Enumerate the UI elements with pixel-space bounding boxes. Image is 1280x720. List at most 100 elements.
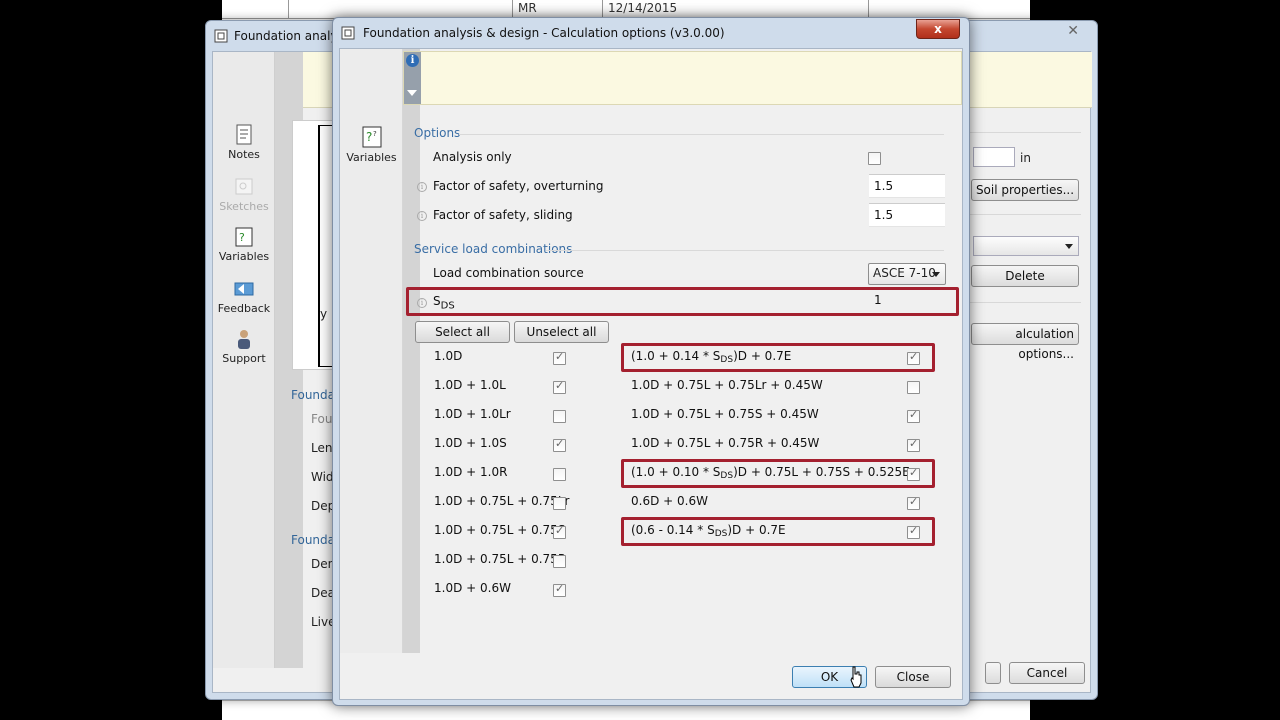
sidebar-item-variables[interactable]: ? Variables (213, 226, 275, 263)
app-icon (214, 29, 228, 43)
dialog-client: ?? Variables i Options Analysis only i F… (339, 48, 963, 700)
combination-checkbox[interactable] (553, 379, 566, 394)
calculation-options-button[interactable]: alculation options... (971, 323, 1079, 361)
unselect-all-button[interactable]: Unselect all (514, 321, 609, 343)
combination-label: 1.0D + 1.0Lr (434, 407, 511, 421)
sidebar-item-notes[interactable]: Notes (213, 124, 275, 161)
combination-label: 1.0D + 0.75L + 0.75R + 0.45W (631, 436, 819, 450)
svg-text:?: ? (373, 130, 377, 138)
info-icon[interactable]: i (417, 211, 427, 221)
options-section-header: Options (414, 126, 954, 140)
combo-select[interactable] (973, 236, 1079, 256)
close-window-button[interactable]: x (916, 19, 960, 39)
chevron-down-icon[interactable] (407, 90, 417, 96)
support-icon (238, 330, 250, 349)
combination-checkbox[interactable] (553, 524, 566, 539)
variables-icon: ? (235, 227, 253, 247)
load-combination-source-select[interactable]: ASCE 7-10 (868, 263, 946, 285)
sidebar-item-label: Support (222, 352, 266, 365)
grid-line (602, 0, 603, 18)
combination-text: 0.6D + 0.6W (631, 494, 708, 508)
combination-checkbox[interactable] (553, 437, 566, 452)
app-icon (341, 26, 355, 40)
close-icon: x (934, 22, 942, 36)
doc-cell-date: 12/14/2015 (608, 1, 678, 15)
fs-overturning-input[interactable]: 1.5 (869, 174, 945, 198)
divider (459, 134, 944, 135)
ok-button[interactable] (985, 662, 1001, 684)
combination-checkbox[interactable] (907, 437, 920, 452)
combination-checkbox[interactable] (553, 497, 566, 510)
combination-label: 0.6D + 0.6W (631, 494, 708, 508)
sidebar-item-label: Sketches (219, 200, 269, 213)
dialog-sidebar: ?? Variables (340, 49, 403, 653)
info-icon[interactable]: i (417, 182, 427, 192)
svg-text:?: ? (366, 130, 372, 144)
combination-checkbox[interactable] (553, 350, 566, 365)
section-title: Service load combinations (414, 242, 573, 256)
combination-label: 1.0D + 0.6W (434, 581, 511, 595)
sketches-icon (235, 178, 253, 195)
close-button[interactable]: Close (875, 666, 951, 688)
sidebar-item-label: Notes (228, 148, 260, 161)
notes-icon (236, 124, 252, 145)
diagram-axis-label: y (320, 307, 328, 321)
variables-icon: ?? (362, 126, 381, 148)
unit-label: in (1020, 151, 1031, 165)
feedback-icon (234, 282, 254, 296)
combination-label: 1.0D (434, 349, 463, 363)
fs-sliding-input[interactable]: 1.5 (869, 203, 945, 227)
combination-label: 1.0D + 0.75L + 0.75R (434, 552, 567, 566)
info-bar: i (403, 51, 962, 105)
combination-text: 1.0D + 0.75L + 0.75S + 0.45W (631, 407, 819, 421)
combination-checkbox[interactable] (907, 495, 920, 510)
select-all-button[interactable]: Select all (415, 321, 510, 343)
load-combination-source-label: Load combination source (433, 266, 584, 280)
divider (965, 302, 1081, 303)
combination-label: 1.0D + 0.75L + 0.75S (434, 523, 566, 537)
combination-label: 1.0D + 1.0L (434, 378, 506, 392)
sidebar-item-support[interactable]: Support (213, 328, 275, 365)
combination-label: 1.0D + 1.0S (434, 436, 507, 450)
combination-checkbox[interactable] (907, 408, 920, 423)
divider (965, 132, 1081, 133)
cancel-button[interactable]: Cancel (1009, 662, 1085, 684)
combination-text: 1.0D + 0.75L + 0.75Lr + 0.45W (631, 378, 823, 392)
soil-properties-button[interactable]: Soil properties... (971, 179, 1079, 201)
calculation-options-dialog: Foundation analysis & design - Calculati… (332, 17, 970, 706)
dialog-title: Foundation analysis & design - Calculati… (363, 26, 725, 40)
highlight-box (621, 517, 935, 546)
sidebar-item-sketches: Sketches (213, 176, 275, 213)
combination-label: 1.0D + 1.0R (434, 465, 508, 479)
sidebar: Notes Sketches ? Variables Feedback Supp… (213, 52, 275, 668)
service-section-header: Service load combinations (414, 242, 954, 256)
combination-text: 1.0D + 0.75L + 0.75R + 0.45W (631, 436, 820, 450)
sidebar-item-feedback[interactable]: Feedback (213, 278, 275, 315)
info-icon: i (406, 54, 419, 67)
dimension-input[interactable] (973, 147, 1015, 167)
select-value: ASCE 7-10 (873, 266, 936, 280)
grid-line (868, 0, 869, 18)
sidebar-item-label: Feedback (217, 302, 271, 315)
grid-line (288, 0, 289, 18)
analysis-only-checkbox[interactable] (868, 152, 881, 165)
fs-overturning-label: Factor of safety, overturning (433, 179, 604, 193)
combination-checkbox[interactable] (553, 410, 566, 423)
chevron-down-icon (1065, 244, 1073, 249)
grid-line (512, 0, 513, 18)
combination-checkbox[interactable] (553, 582, 566, 597)
highlight-box (406, 287, 959, 316)
combination-checkbox[interactable] (907, 381, 920, 394)
analysis-only-label: Analysis only (433, 150, 512, 164)
sidebar-item-label: Variables (218, 250, 270, 263)
mouse-cursor-icon (850, 666, 862, 688)
highlight-box (621, 343, 935, 372)
divider (546, 250, 944, 251)
close-icon[interactable]: ✕ (1067, 23, 1079, 39)
combination-checkbox[interactable] (553, 468, 566, 481)
sidebar-item-label: Variables (346, 151, 397, 164)
sidebar-item-variables[interactable]: ?? Variables (340, 125, 403, 164)
doc-cell-initials: MR (518, 1, 537, 15)
delete-button[interactable]: Delete (971, 265, 1079, 287)
combination-checkbox[interactable] (553, 555, 566, 568)
